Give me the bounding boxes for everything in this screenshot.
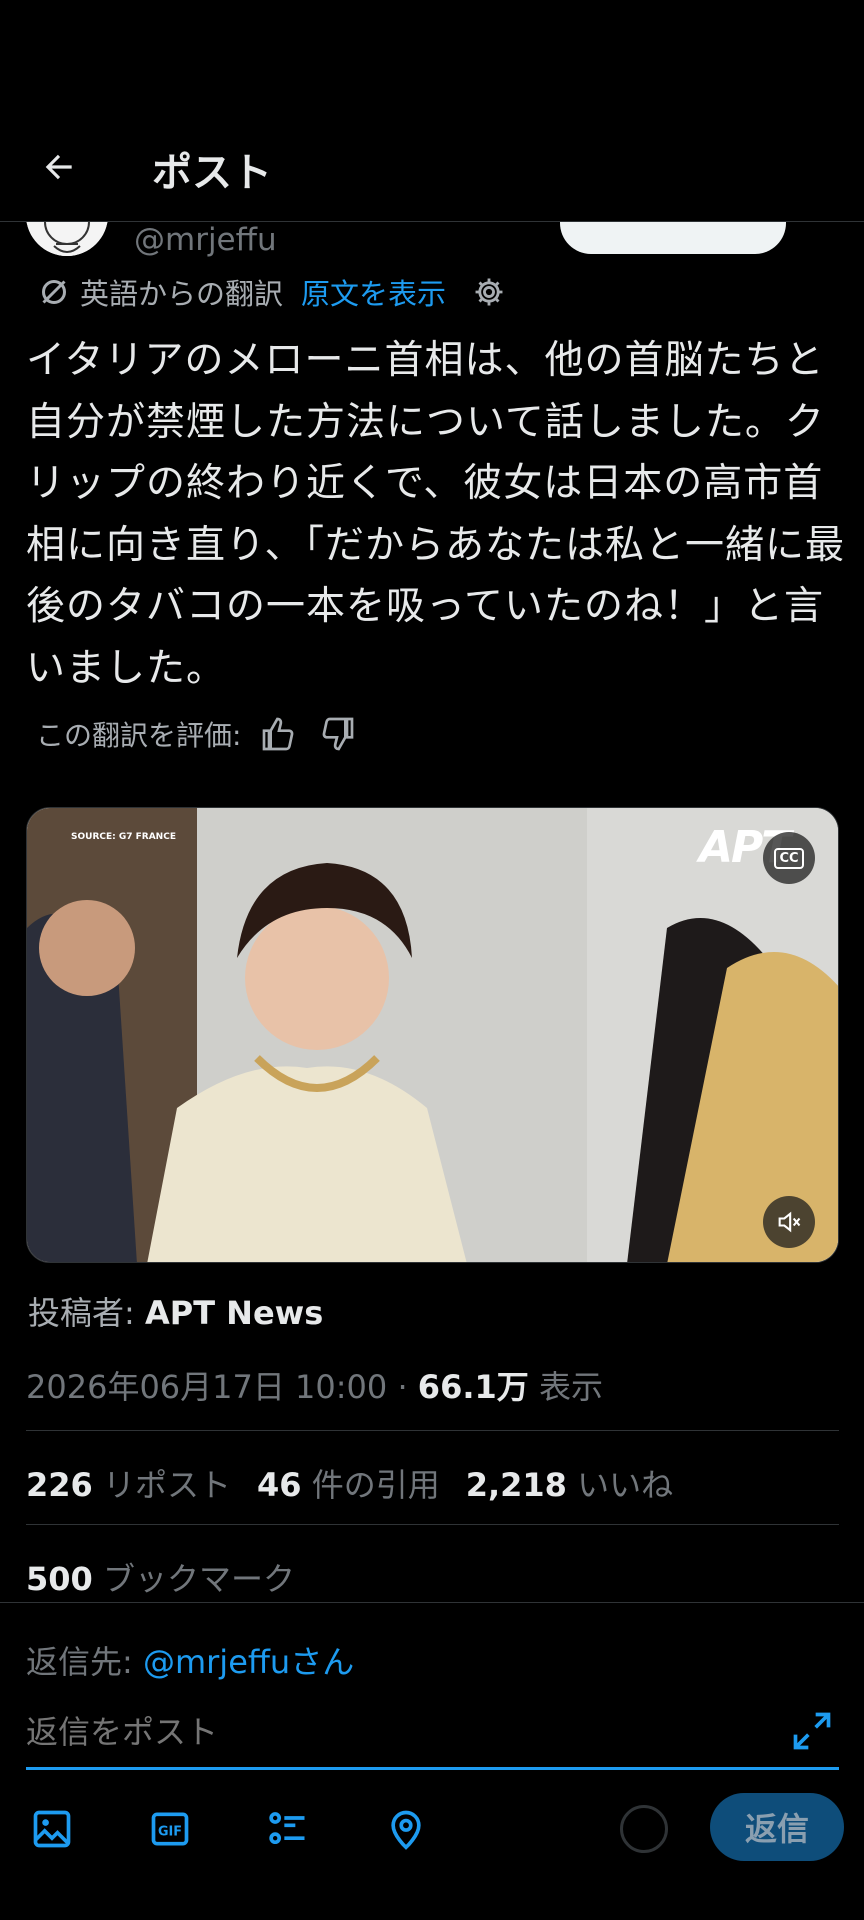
character-counter bbox=[620, 1805, 668, 1853]
show-original-link[interactable]: 原文を表示 bbox=[301, 271, 446, 313]
image-icon bbox=[33, 1810, 71, 1848]
arrow-left-icon bbox=[45, 154, 72, 180]
rate-label: この翻訳を評価: bbox=[36, 719, 242, 752]
reply-input-underline bbox=[26, 1767, 839, 1770]
status-bar bbox=[0, 0, 864, 110]
video-frame bbox=[27, 808, 838, 1262]
divider bbox=[26, 1430, 839, 1431]
poll-icon bbox=[269, 1812, 305, 1845]
expand-icon bbox=[793, 1712, 831, 1750]
reply-button[interactable]: 返信 bbox=[710, 1793, 844, 1861]
expand-button[interactable] bbox=[790, 1709, 834, 1753]
posted-by-name[interactable]: APT News bbox=[145, 1294, 323, 1332]
mute-button[interactable] bbox=[763, 1196, 815, 1248]
gear-icon[interactable] bbox=[472, 275, 506, 309]
speaker-muted-icon bbox=[778, 1211, 801, 1233]
post-meta: 2026年06月17日 10:00 · 66.1万 表示 bbox=[26, 1362, 603, 1408]
engagement-stats: 226 リポスト 46 件の引用 2,218 いいね bbox=[26, 1460, 699, 1506]
reply-to-mention[interactable]: @mrjeffuさん bbox=[143, 1643, 354, 1681]
svg-text:GIF: GIF bbox=[158, 1824, 182, 1839]
translation-label: 英語からの翻訳 bbox=[80, 277, 284, 311]
view-label: 表示 bbox=[538, 1368, 603, 1406]
source-tag: SOURCE: G7 FRANCE bbox=[71, 832, 176, 842]
translation-row: 英語からの翻訳 原文を表示 bbox=[36, 270, 506, 314]
cc-icon: CC bbox=[774, 847, 804, 869]
rate-translation-row: この翻訳を評価: bbox=[36, 712, 357, 756]
gif-icon: GIF bbox=[151, 1812, 189, 1846]
post-text: イタリアのメローニ首相は、他の首脳たちと自分が禁煙した方法について話しました。ク… bbox=[26, 338, 845, 691]
image-button[interactable] bbox=[26, 1803, 78, 1855]
post-datetime[interactable]: 2026年06月17日 10:00 bbox=[26, 1368, 387, 1406]
page-title: ポスト bbox=[152, 150, 272, 196]
author-row: @mrjeffu bbox=[0, 222, 864, 262]
gif-button[interactable]: GIF bbox=[144, 1803, 196, 1855]
top-bar: ポスト bbox=[0, 110, 864, 222]
meta-separator: · bbox=[387, 1368, 418, 1406]
reply-input[interactable] bbox=[26, 1707, 746, 1757]
thumbs-up-icon[interactable] bbox=[259, 714, 299, 754]
reply-composer: 返信先: @mrjeffuさん GIF 返信 bbox=[0, 1602, 864, 1920]
reposts-stat[interactable]: 226 リポスト bbox=[26, 1460, 231, 1506]
avatar[interactable] bbox=[26, 222, 108, 256]
location-pin-icon bbox=[391, 1810, 421, 1850]
translate-icon bbox=[42, 280, 66, 304]
divider bbox=[26, 1524, 839, 1525]
author-handle[interactable]: @mrjeffu bbox=[134, 222, 277, 258]
follow-button[interactable] bbox=[560, 222, 786, 254]
video-player[interactable]: SOURCE: G7 FRANCE APT CC bbox=[26, 807, 839, 1263]
quotes-stat[interactable]: 46 件の引用 bbox=[257, 1460, 440, 1506]
poll-button[interactable] bbox=[262, 1803, 314, 1855]
reply-to: 返信先: @mrjeffuさん bbox=[26, 1643, 355, 1681]
location-button[interactable] bbox=[380, 1803, 432, 1855]
captions-button[interactable]: CC bbox=[763, 832, 815, 884]
back-button[interactable] bbox=[30, 138, 88, 196]
likes-stat[interactable]: 2,218 いいね bbox=[466, 1460, 673, 1506]
posted-by: 投稿者: APT News bbox=[28, 1288, 323, 1334]
bookmarks-stat[interactable]: 500 ブックマーク bbox=[26, 1554, 295, 1600]
posted-by-label: 投稿者: bbox=[28, 1294, 135, 1332]
view-count: 66.1万 bbox=[417, 1368, 529, 1406]
thumbs-down-icon[interactable] bbox=[317, 714, 357, 754]
